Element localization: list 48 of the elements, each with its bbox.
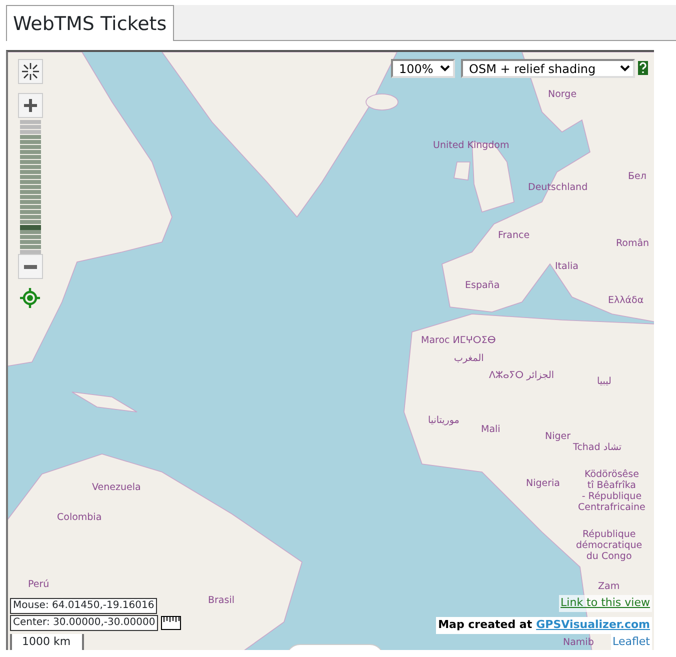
place-label: Român (616, 239, 650, 250)
place-label: España (465, 281, 500, 292)
attribution-link[interactable]: Leaflet (610, 634, 652, 650)
locate-icon[interactable] (20, 288, 40, 308)
place-label: Maroc ⵍⵎⵖⵔⵉⴱ (421, 336, 496, 347)
place-label: Namib (563, 638, 594, 649)
center-coordinates: Center: 30.00000,-30.00000 (10, 615, 158, 631)
place-label: Venezuela (92, 483, 141, 494)
place-label: Italia (555, 262, 578, 273)
place-label: ⴷⵣⴰⵢⵔ الجزائر (489, 371, 554, 382)
zoom-select[interactable]: 100% (391, 59, 455, 78)
place-label: France (498, 231, 530, 242)
place-label: Бел (628, 172, 646, 183)
place-label: Norge (548, 90, 577, 101)
collapse-arrows-icon (22, 63, 39, 80)
slider-thumb[interactable] (20, 225, 41, 230)
place-label: Tchad تشاد (573, 443, 622, 454)
place-label: Brasil (208, 596, 234, 607)
place-label: Perú (28, 580, 50, 591)
place-label: ليبيا (597, 377, 612, 388)
zoom-out-button[interactable] (18, 254, 43, 279)
land-area (72, 392, 138, 412)
scale-bar: 1000 km (10, 634, 84, 650)
layer-select[interactable]: OSM + relief shading (461, 59, 635, 78)
place-label: Zam (598, 582, 620, 593)
fullscreen-button[interactable] (18, 59, 43, 84)
place-label: Colombia (57, 513, 102, 524)
minus-icon (24, 264, 37, 268)
tab[interactable]: WebTMS Tickets (6, 5, 174, 41)
plus-icon (24, 99, 37, 112)
place-label: موريتانيا (428, 416, 460, 427)
place-label: United Kingdom (433, 141, 510, 152)
place-label: Niger (545, 432, 571, 443)
place-label: Ελλάδα (608, 296, 644, 307)
place-label: Deutschland (528, 183, 588, 194)
place-label: Nigeria (526, 479, 560, 490)
place-label: المغرب (454, 354, 484, 365)
credit-text: Map created at (438, 617, 532, 633)
map[interactable] (6, 50, 654, 650)
credit-link[interactable]: GPSVisualizer.com (536, 617, 650, 634)
mouse-coordinates: Mouse: 64.01450,-19.16016 (10, 598, 158, 614)
link-to-view[interactable]: Link to this view (558, 595, 652, 612)
ruler-icon[interactable] (161, 616, 182, 630)
place-label: République démocratique du Congo (576, 530, 642, 563)
help-icon[interactable] (638, 61, 648, 75)
place-label: Mali (481, 425, 500, 436)
zoom-in-button[interactable] (18, 93, 43, 118)
place-label: Ködörösêse tî Bêafrîka - République Centrafricaine (578, 470, 646, 514)
